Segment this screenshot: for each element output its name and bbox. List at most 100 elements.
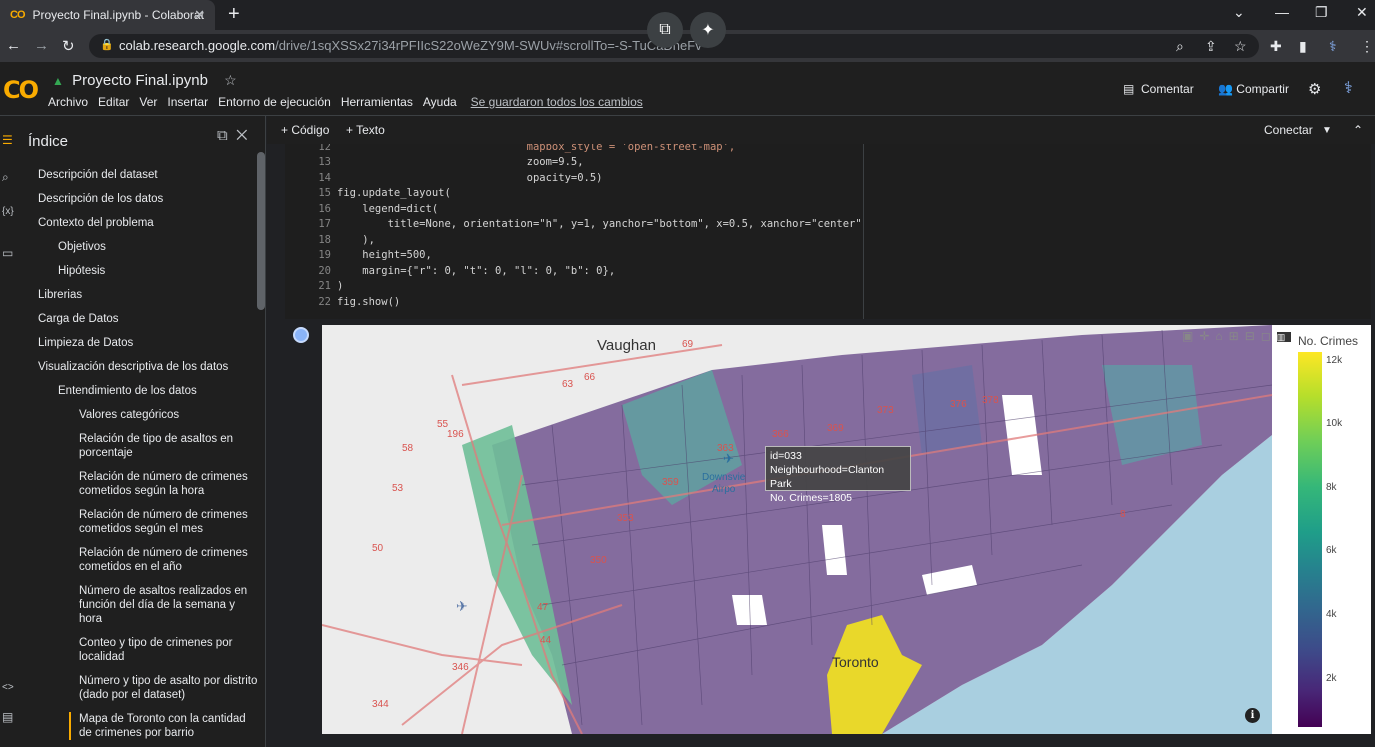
forward-icon[interactable]: → <box>34 37 49 54</box>
tab-title: Proyecto Final.ipynb - Colaborat <box>32 8 204 22</box>
sparkle-icon[interactable]: ✦ <box>690 12 726 48</box>
autoscale-icon[interactable]: ◻ <box>1261 329 1277 343</box>
tab-close-icon[interactable]: ✕ <box>194 7 205 23</box>
colab-logo[interactable]: CO <box>3 76 39 104</box>
notebook-title-text[interactable]: Proyecto Final.ipynb <box>72 72 208 89</box>
reload-icon[interactable]: ↻ <box>62 37 75 55</box>
colorbar-tick: 12k <box>1326 355 1343 366</box>
zoom-in-icon[interactable]: ⊞ <box>1229 329 1245 343</box>
share-button[interactable]: 👥 Compartir <box>1218 82 1289 96</box>
account-avatar-icon[interactable]: ⚕ <box>1344 78 1353 98</box>
side-panel-icon[interactable]: ▮ <box>1299 38 1307 55</box>
extensions-icon[interactable]: ✚ <box>1270 38 1282 55</box>
toc-item[interactable]: Descripción del dataset <box>38 168 218 182</box>
command-palette-icon[interactable]: ▤ <box>2 710 13 724</box>
hover-tooltip: id=033 Neighbourhood=Clanton Park No. Cr… <box>765 446 911 504</box>
browser-tab[interactable]: CO Proyecto Final.ipynb - Colaborat ✕ <box>0 0 215 30</box>
comment-button[interactable]: ▤ Comentar <box>1123 82 1194 96</box>
highway-number: 66 <box>584 372 596 383</box>
menu-entorno[interactable]: Entorno de ejecución <box>218 95 331 109</box>
menu-ayuda[interactable]: Ayuda <box>423 95 457 109</box>
tooltip-neighbourhood: Neighbourhood=Clanton Park <box>770 464 885 490</box>
toc-item[interactable]: Relación de número de crimenes cometidos… <box>79 546 259 574</box>
output-avatar-icon[interactable] <box>293 327 309 343</box>
toc-item[interactable]: Limpieza de Datos <box>38 336 218 350</box>
profile-icon[interactable]: ⚕ <box>1329 38 1337 55</box>
settings-gear-icon[interactable]: ⚙ <box>1308 80 1321 98</box>
bookmark-star-icon[interactable]: ☆ <box>1234 38 1247 55</box>
highway-number: 353 <box>617 513 634 524</box>
comment-icon: ▤ <box>1123 82 1135 96</box>
variables-icon[interactable]: {x} <box>2 206 14 217</box>
code-line: 12 mapbox_style = 'open-street-map', <box>318 144 736 153</box>
restore-icon[interactable]: ❐ <box>1315 4 1328 21</box>
toc-icon[interactable]: ☰ <box>2 133 13 147</box>
code-line: 17 title=None, orientation="h", y=1, yan… <box>318 218 862 230</box>
reset-icon[interactable]: ⌂ <box>1215 329 1228 343</box>
highway-number: 346 <box>452 662 469 673</box>
menu-ver[interactable]: Ver <box>139 95 157 109</box>
star-icon[interactable]: ☆ <box>224 72 237 88</box>
minimize-icon[interactable]: — <box>1275 4 1289 20</box>
add-code-button[interactable]: + Código <box>281 123 329 137</box>
toc-item[interactable]: Descripción de los datos <box>38 192 218 206</box>
window-close-icon[interactable]: ✕ <box>1356 4 1368 21</box>
toc-item[interactable]: Hipótesis <box>58 264 238 278</box>
region-northyork <box>912 365 982 455</box>
colab-favicon-icon: CO <box>10 9 25 21</box>
share-page-icon[interactable]: ⇪ <box>1205 38 1217 55</box>
new-tab-icon[interactable]: + <box>228 3 240 26</box>
toc-item[interactable]: Relación de tipo de asaltos en porcentaj… <box>79 432 259 460</box>
toc-item-active[interactable]: Mapa de Toronto con la cantidad de crime… <box>69 712 249 740</box>
toc-item[interactable]: Número de asaltos realizados en función … <box>79 584 259 626</box>
choropleth-map-output[interactable]: 69 66 63 58 55 196 53 50 47 44 346 344 3… <box>322 325 1371 734</box>
highway-number: 376 <box>950 399 967 410</box>
search-icon[interactable]: ⌕ <box>2 170 9 185</box>
toc-scrollbar[interactable] <box>257 152 265 310</box>
menu-archivo[interactable]: Archivo <box>48 95 88 109</box>
collapse-chevron-icon[interactable]: ⌃ <box>1353 123 1363 137</box>
zoom-out-icon[interactable]: ⊟ <box>1245 329 1261 343</box>
chrome-menu-icon[interactable]: ⋮ <box>1360 38 1374 55</box>
plotly-modebar[interactable]: ▣✛⌂⊞⊟◻▥ <box>1182 329 1292 343</box>
files-folder-icon[interactable]: ▭ <box>2 246 13 260</box>
plotly-logo-icon[interactable]: ▥ <box>1276 332 1292 342</box>
toc-item[interactable]: Objetivos <box>58 240 238 254</box>
menu-insertar[interactable]: Insertar <box>167 95 208 109</box>
toc-item[interactable]: Carga de Datos <box>38 312 218 326</box>
saved-status[interactable]: Se guardaron todos los cambios <box>471 95 643 109</box>
people-icon: 👥 <box>1218 82 1233 96</box>
code-cell[interactable]: 12 mapbox_style = 'open-street-map', 13 … <box>285 144 1371 319</box>
toc-item[interactable]: Entendimiento de los datos <box>58 384 238 398</box>
picture-in-picture-icon[interactable]: ⧉ <box>647 12 683 48</box>
toc-item[interactable]: Valores categóricos <box>79 408 259 422</box>
menu-herramientas[interactable]: Herramientas <box>341 95 413 109</box>
toc-item[interactable]: Relación de número de crimenes cometidos… <box>79 470 259 498</box>
code-ruler <box>863 144 864 319</box>
map-attribution-info-icon[interactable]: i <box>1245 708 1260 723</box>
toc-item[interactable]: Librerias <box>38 288 218 302</box>
code-snippets-icon[interactable]: <> <box>2 682 14 693</box>
toc-item[interactable]: Relación de número de crimenes cometidos… <box>79 508 259 536</box>
connect-button[interactable]: Conectar <box>1264 123 1313 137</box>
toc-item[interactable]: Visualización descriptiva de los datos <box>38 360 248 374</box>
tooltip-crimes: No. Crimes=1805 <box>770 492 852 504</box>
toc-item[interactable]: Conteo y tipo de crimenes por localidad <box>79 636 259 664</box>
zoom-icon[interactable]: ⌕ <box>1176 38 1184 55</box>
notebook-title[interactable]: ▲ Proyecto Final.ipynb ☆ <box>52 72 237 89</box>
highway-number: 63 <box>562 379 574 390</box>
tab-search-icon[interactable]: ⌄ <box>1233 4 1245 21</box>
back-icon[interactable]: ← <box>6 37 21 54</box>
map-canvas[interactable]: 69 66 63 58 55 196 53 50 47 44 346 344 3… <box>322 325 1371 734</box>
toc-item[interactable]: Contexto del problema <box>38 216 218 230</box>
menu-editar[interactable]: Editar <box>98 95 129 109</box>
close-panel-icon[interactable]: ✕ <box>236 127 247 144</box>
toc-item[interactable]: Número y tipo de asalto por distrito (da… <box>79 674 259 702</box>
camera-icon[interactable]: ▣ <box>1182 329 1199 343</box>
add-text-button[interactable]: + Texto <box>346 123 385 137</box>
pan-icon[interactable]: ✛ <box>1199 329 1215 343</box>
connect-dropdown-icon[interactable]: ▼ <box>1322 125 1332 136</box>
open-tab-icon[interactable]: ⧉ <box>217 127 228 144</box>
highway-number: 44 <box>540 635 552 646</box>
highway-number: 373 <box>877 405 894 416</box>
